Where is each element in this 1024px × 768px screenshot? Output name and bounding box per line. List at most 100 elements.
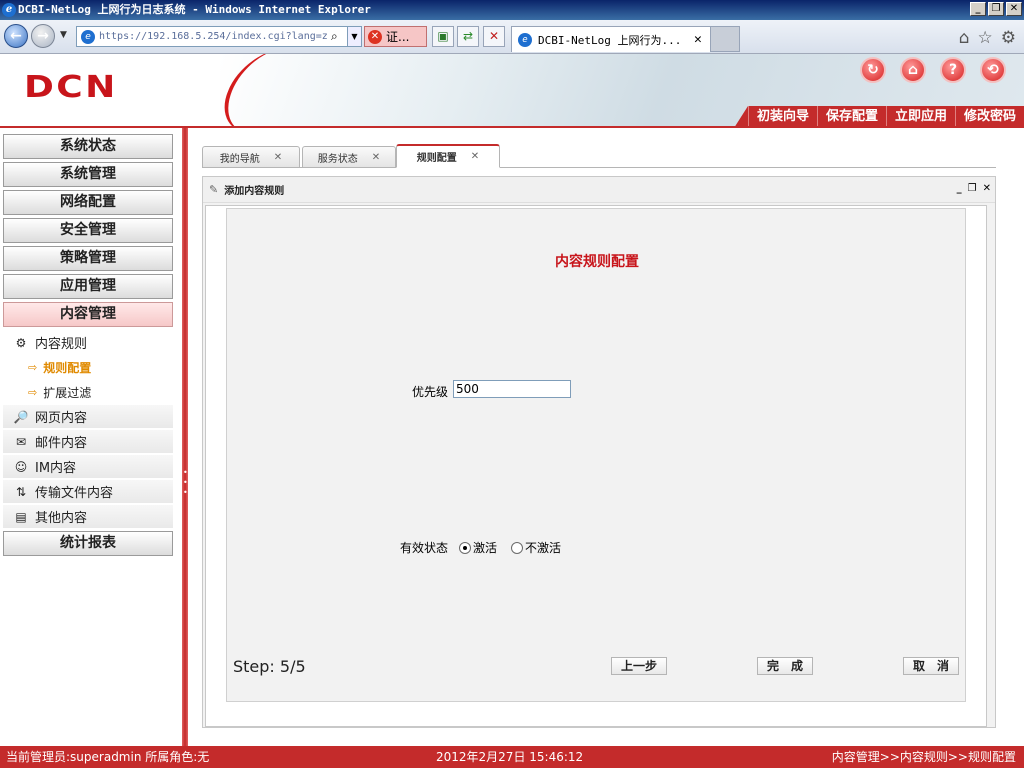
finish-button[interactable]: 完 成 [757,657,813,675]
sub-label: 传输文件内容 [35,486,114,501]
close-tab-icon[interactable]: ✕ [274,152,282,163]
restore-icon[interactable]: ❐ [988,2,1004,16]
history-dropdown-icon[interactable]: ▼ [60,30,67,40]
sidebar-sub-web-content[interactable]: 🔎 网页内容 [3,405,173,428]
sidebar-item-reports[interactable]: 统计报表 [3,531,173,556]
sidebar-sub-ext-filter[interactable]: ⇨ 扩展过滤 [28,381,91,403]
state-inactive-radio[interactable]: 不激活 [511,539,561,556]
breadcrumb: 内容管理>>内容规则>>规则配置 [831,750,1016,764]
forward-button[interactable]: → [31,24,55,48]
tab-rules-config[interactable]: 规则配置 ✕ [396,144,500,168]
sub-label: 规则配置 [43,360,92,375]
new-tab-button[interactable] [710,26,740,52]
header-menu: 初装向导 保存配置 立即应用 修改密码 [733,106,1024,128]
im-icon: ☺ [14,459,28,474]
state-active-radio[interactable]: 激活 [459,539,497,556]
sidebar-item-security[interactable]: 安全管理 [3,218,173,243]
sub-label: 其他内容 [35,511,88,526]
logout-icon[interactable]: ↻ [860,57,886,83]
priority-label: 优先级 [412,385,449,399]
header-menu-edge [733,106,748,128]
help-icon[interactable]: ? [940,57,966,83]
home-icon[interactable]: ⌂ [900,57,926,83]
arrow-icon: ⇨ [28,385,38,399]
panel-restore-icon[interactable]: ❐ [968,183,977,194]
favorites-star-icon[interactable]: ☆ [978,28,993,48]
panel-close-icon[interactable]: ✕ [983,183,991,194]
sub-label: 网页内容 [35,411,88,426]
tab-service-status[interactable]: 服务状态 ✕ [302,146,396,168]
main-content: 我的导航 ✕ 服务状态 ✕ 规则配置 ✕ ✎ 添加内容规则 _ ❐ ✕ 内容规则… [188,128,1024,746]
cert-label: 证... [386,30,410,44]
tab-my-nav[interactable]: 我的导航 ✕ [202,146,300,168]
sub-label: 内容规则 [35,337,88,352]
panel-title: 添加内容规则 [224,186,285,197]
web-search-icon: 🔎 [13,409,29,424]
sidebar-sub-content-rules[interactable]: ⚙ 内容规则 [3,331,173,354]
exit-icon[interactable]: ⟲ [980,57,1006,83]
tab-bar: 我的导航 ✕ 服务状态 ✕ 规则配置 ✕ [202,142,996,168]
sidebar-item-network-config[interactable]: 网络配置 [3,190,173,215]
form-title: 内容规则配置 [227,251,967,271]
sidebar-sub-im-content[interactable]: ☺ IM内容 [3,455,173,478]
sidebar: 系统状态 系统管理 网络配置 安全管理 策略管理 应用管理 内容管理 ⚙ 内容规… [0,128,182,746]
edit-pen-icon: ✎ [209,183,219,196]
certificate-error-button[interactable]: ✕ 证... [364,26,427,47]
close-tab-icon[interactable]: ✕ [471,151,479,162]
state-label: 有效状态 [400,541,449,555]
step-indicator: Step: 5/5 [233,657,306,676]
sidebar-item-application[interactable]: 应用管理 [3,274,173,299]
dcn-logo: DCN [24,70,118,105]
sidebar-sub-file-content[interactable]: ⇅ 传输文件内容 [3,480,173,503]
panel-controls: _ ❐ ✕ [957,183,991,194]
rules-gear-icon: ⚙ [15,335,27,350]
cancel-button[interactable]: 取 消 [903,657,959,675]
sidebar-sub-rules-config[interactable]: ⇨ 规则配置 [28,356,91,378]
priority-input[interactable] [453,380,571,398]
change-password-button[interactable]: 修改密码 [954,106,1024,128]
arrow-icon: ⇨ [28,360,38,374]
sidebar-sub-mail-content[interactable]: ✉ 邮件内容 [3,430,173,453]
browser-tab[interactable]: e DCBI-NetLog 上网行为... ✕ [511,26,711,52]
sidebar-item-content[interactable]: 内容管理 [3,302,173,327]
radio-label: 激活 [473,541,498,555]
refresh-button[interactable]: ⇄ [457,26,479,47]
clipboard-icon: ▤ [15,509,27,524]
apply-now-button[interactable]: 立即应用 [885,106,955,128]
status-bar: 当前管理员:superadmin 所属角色:无 2012年2月27日 15:46… [0,746,1024,768]
address-search-icon[interactable]: ⌕ [331,29,347,44]
radio-checked-icon[interactable] [459,541,471,554]
home-icon[interactable]: ⌂ [959,28,970,48]
tools-gear-icon[interactable]: ⚙ [1001,28,1016,48]
close-tab-icon[interactable]: ✕ [694,32,710,47]
address-bar[interactable]: e https://192.168.5.254/index.cgi?lang=z… [76,26,362,47]
url-text[interactable]: https://192.168.5.254/index.cgi?lang=z [99,31,331,42]
add-rule-panel: ✎ 添加内容规则 _ ❐ ✕ 内容规则配置 优先级 有效状态 激活 不激活 [202,176,996,728]
panel-minimize-icon[interactable]: _ [957,183,962,194]
file-transfer-icon: ⇅ [15,484,27,499]
sub-label: 邮件内容 [35,436,88,451]
compatibility-view-button[interactable]: ▣ [432,26,454,47]
radio-unchecked-icon[interactable] [511,541,523,554]
stop-button[interactable]: ✕ [483,26,505,47]
save-config-button[interactable]: 保存配置 [816,106,886,128]
tab-favicon-icon: e [518,32,532,47]
sidebar-item-policy[interactable]: 策略管理 [3,246,173,271]
window-controls: _ ❐ ✕ [970,2,1022,16]
wizard-button[interactable]: 初装向导 [747,106,817,128]
window-title: DCBI-NetLog 上网行为日志系统 - Windows Internet … [18,3,371,16]
minimize-icon[interactable]: _ [970,2,986,16]
app-header: DCN ↻ ⌂ ? ⟲ 初装向导 保存配置 立即应用 修改密码 [0,54,1024,128]
address-dropdown-icon[interactable]: ▼ [347,27,361,46]
back-button[interactable]: ← [4,24,28,48]
prev-step-button[interactable]: 上一步 [611,657,667,675]
close-window-icon[interactable]: ✕ [1006,2,1022,16]
ie-logo-icon: e [2,3,16,17]
sidebar-item-system-admin[interactable]: 系统管理 [3,162,173,187]
panel-body: 内容规则配置 优先级 有效状态 激活 不激活 Step: 5/5 上一步 完 成… [205,205,987,727]
sidebar-item-system-status[interactable]: 系统状态 [3,134,173,159]
splitter-grip-icon: • • • [183,468,188,497]
sidebar-sub-other-content[interactable]: ▤ 其他内容 [3,505,173,528]
sub-label: 扩展过滤 [43,385,92,400]
close-tab-icon[interactable]: ✕ [372,152,380,163]
